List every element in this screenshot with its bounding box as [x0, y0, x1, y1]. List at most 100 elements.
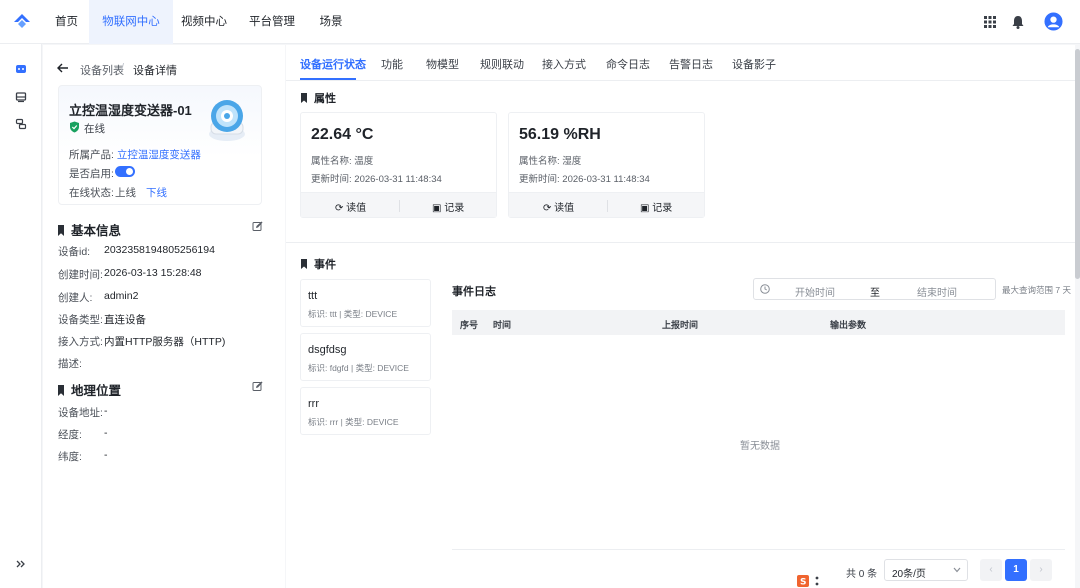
- access-method-label: 接入方式:: [58, 336, 103, 348]
- current-page[interactable]: 1: [1005, 559, 1027, 581]
- column-time: 时间: [493, 320, 512, 330]
- tab-thing-model[interactable]: 物模型: [426, 56, 459, 72]
- column-report-time: 上报时间: [662, 320, 699, 330]
- tab-device-shadow[interactable]: 设备影子: [732, 56, 776, 72]
- next-page-button[interactable]: ›: [1030, 559, 1052, 581]
- tab-rule-linkage[interactable]: 规则联动: [480, 56, 524, 72]
- start-time-input[interactable]: 开始时间: [795, 284, 835, 299]
- product-link[interactable]: 立控温湿度变送器: [117, 149, 201, 161]
- read-value-button[interactable]: ⟳ 读值: [335, 199, 366, 214]
- properties-title: 属性: [301, 90, 336, 106]
- creator-value: admin2: [104, 290, 139, 302]
- product-label: 所属产品:: [69, 149, 114, 161]
- clock-icon: [760, 284, 770, 294]
- side-rail: [0, 44, 42, 588]
- event-name: ttt: [308, 290, 318, 302]
- events-title: 事件: [301, 256, 336, 272]
- offline-action[interactable]: 下线: [146, 185, 167, 200]
- device-icon[interactable]: [15, 91, 27, 103]
- property-time: 2026-03-31 11:48:34: [354, 174, 442, 185]
- expand-sidebar-icon[interactable]: [15, 558, 27, 570]
- online-action[interactable]: 上线: [115, 185, 136, 200]
- avatar[interactable]: [1044, 12, 1063, 31]
- nav-tab-scene[interactable]: 场景: [307, 0, 355, 44]
- enabled-label: 是否启用:: [69, 168, 114, 180]
- tab-functions[interactable]: 功能: [381, 56, 403, 72]
- event-id: 标识: ttt: [308, 309, 337, 319]
- property-card: 22.64 °C 属性名称: 温度 更新时间: 2026-03-31 11:48…: [300, 112, 497, 218]
- breadcrumb-device-list[interactable]: 设备列表: [80, 62, 124, 78]
- robot-icon[interactable]: [15, 63, 27, 75]
- online-status-label: 在线状态:: [69, 187, 114, 199]
- property-name: 湿度: [562, 156, 582, 167]
- event-name: rrr: [308, 398, 319, 410]
- enable-toggle[interactable]: [115, 166, 135, 177]
- tab-alarm-log[interactable]: 告警日志: [669, 56, 713, 72]
- address-value: -: [104, 405, 108, 417]
- app-logo-icon[interactable]: [13, 13, 31, 31]
- breadcrumb-separator: /: [121, 62, 125, 74]
- event-card[interactable]: rrr 标识: rrr | 类型: DEVICE: [300, 387, 431, 435]
- creator-label: 创建人:: [58, 292, 93, 304]
- tab-runtime-status[interactable]: 设备运行状态: [300, 56, 366, 72]
- geo-title: 地理位置: [58, 380, 121, 399]
- date-range-picker[interactable]: 开始时间 至 结束时间: [753, 278, 996, 300]
- chevron-down-icon: [953, 567, 961, 573]
- input-method-icon[interactable]: S: [797, 574, 823, 588]
- property-name-label: 属性名称:: [519, 156, 560, 167]
- edit-basic-info-icon[interactable]: [252, 221, 263, 232]
- device-detail-panel: 设备列表 / 设备详情 立控温湿度变送器-01 在线 所属产品: 立控温湿度变送…: [43, 45, 285, 588]
- event-id: 标识: rrr: [308, 417, 339, 427]
- tab-command-log[interactable]: 命令日志: [606, 56, 650, 72]
- property-card: 56.19 %RH 属性名称: 湿度 更新时间: 2026-03-31 11:4…: [508, 112, 705, 218]
- end-time-input[interactable]: 结束时间: [917, 284, 957, 299]
- arrow-left-icon[interactable]: [57, 63, 69, 73]
- scrollbar[interactable]: [1075, 45, 1080, 588]
- nav-tab-video-center[interactable]: 视频中心: [173, 0, 235, 44]
- link-device-icon[interactable]: [15, 118, 27, 130]
- nav-tab-iot-center[interactable]: 物联网中心: [89, 0, 173, 44]
- svg-text:S: S: [800, 578, 806, 588]
- property-time-label: 更新时间:: [519, 174, 560, 185]
- event-type: 类型: DEVICE: [355, 363, 409, 373]
- latitude-value: -: [104, 449, 108, 461]
- nav-tab-platform[interactable]: 平台管理: [237, 0, 307, 44]
- created-time-value: 2026-03-13 15:28:48: [104, 267, 202, 279]
- apps-grid-icon[interactable]: [982, 14, 998, 30]
- device-status: 在线: [84, 123, 105, 135]
- description-label: 描述:: [58, 358, 82, 370]
- created-time-label: 创建时间:: [58, 269, 103, 281]
- device-runtime-panel: 设备运行状态 功能 物模型 规则联动 接入方式 命令日志 告警日志 设备影子 属…: [286, 45, 1080, 588]
- tab-access-method[interactable]: 接入方式: [542, 56, 586, 72]
- event-name: dsgfdsg: [308, 344, 347, 356]
- device-name: 立控温湿度变送器-01: [69, 103, 192, 118]
- edit-geo-icon[interactable]: [252, 381, 263, 392]
- column-index: 序号: [460, 320, 479, 330]
- event-type: 类型: DEVICE: [343, 309, 398, 319]
- record-button[interactable]: ▣ 记录: [432, 199, 464, 214]
- range-separator: 至: [870, 288, 880, 299]
- latitude-label: 纬度:: [58, 451, 82, 463]
- device-id-value: 2032358194805256194: [104, 244, 215, 256]
- property-time: 2026-03-31 11:48:34: [562, 174, 650, 185]
- event-card[interactable]: dsgfdsg 标识: fdgfd | 类型: DEVICE: [300, 333, 431, 381]
- page-size-select[interactable]: 20条/页: [884, 559, 968, 581]
- event-card[interactable]: ttt 标识: ttt | 类型: DEVICE: [300, 279, 431, 327]
- record-button[interactable]: ▣ 记录: [640, 199, 672, 214]
- event-type: 类型: DEVICE: [345, 417, 399, 427]
- prev-page-button[interactable]: ‹: [980, 559, 1002, 581]
- property-value: 22.64 °C: [311, 126, 374, 143]
- longitude-value: -: [104, 427, 108, 439]
- empty-state: 暂无数据: [740, 441, 780, 452]
- shield-check-icon: [70, 121, 79, 133]
- read-value-button[interactable]: ⟳ 读值: [543, 199, 574, 214]
- column-output-params: 输出参数: [830, 320, 867, 330]
- device-id-label: 设备id:: [58, 246, 91, 258]
- event-id: 标识: fdgfd: [308, 363, 349, 373]
- property-name: 温度: [354, 156, 374, 167]
- basic-info-title: 基本信息: [58, 220, 121, 239]
- nav-tab-home[interactable]: 首页: [44, 0, 89, 44]
- bell-icon[interactable]: [1010, 14, 1026, 30]
- total-count: 共 0 条: [846, 569, 878, 580]
- device-image: [209, 100, 245, 141]
